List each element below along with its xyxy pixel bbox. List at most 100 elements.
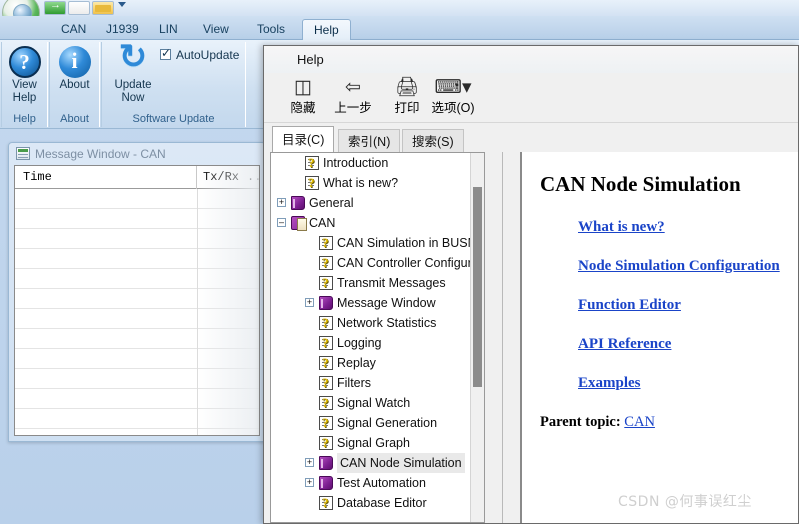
column-header-time[interactable]: Time xyxy=(23,170,52,184)
table-row[interactable] xyxy=(15,209,259,229)
tree-item-label: What is new? xyxy=(323,176,399,190)
tree-item-can-controller-configuration[interactable]: CAN Controller Configur xyxy=(271,253,470,273)
message-grid-header: Time Tx/Rx ... xyxy=(15,166,259,189)
options-button[interactable]: ⌨▾ 选项(O) xyxy=(422,75,484,121)
tree-item-replay[interactable]: Replay xyxy=(271,353,470,373)
ribbon-tab-can[interactable]: CAN xyxy=(50,19,97,40)
table-row[interactable] xyxy=(15,249,259,269)
table-row[interactable] xyxy=(15,369,259,389)
topic-icon xyxy=(319,253,333,273)
ribbon-tab-view[interactable]: View xyxy=(192,19,240,40)
content-link-node-simulation-configuration[interactable]: Node Simulation Configuration xyxy=(578,258,780,275)
topic-icon xyxy=(305,173,319,193)
content-link-function-editor[interactable]: Function Editor xyxy=(578,297,780,314)
tree-item-label: CAN Simulation in BUSM xyxy=(337,236,470,250)
tree-item-what-is-new[interactable]: What is new? xyxy=(271,173,470,193)
topic-icon xyxy=(319,333,333,353)
expander-minus-icon[interactable]: – xyxy=(277,218,286,227)
chevron-down-icon[interactable] xyxy=(118,2,126,7)
tree-item-signal-watch[interactable]: Signal Watch xyxy=(271,393,470,413)
tree-item-label: Message Window xyxy=(337,296,436,310)
autoupdate-checkbox[interactable]: AutoUpdate xyxy=(160,46,239,62)
message-grid[interactable]: Time Tx/Rx ... xyxy=(14,165,260,436)
column-header-txrx[interactable]: Tx/Rx xyxy=(203,170,239,184)
table-row[interactable] xyxy=(15,349,259,369)
tree-item-signal-generation[interactable]: Signal Generation xyxy=(271,413,470,433)
tree-item-general[interactable]: + General xyxy=(271,193,470,213)
tree-scrollbar[interactable] xyxy=(470,153,484,522)
new-document-icon[interactable] xyxy=(68,1,90,15)
tree-item-label: Signal Generation xyxy=(337,416,438,430)
tree-item-label: Transmit Messages xyxy=(337,276,446,290)
connect-icon[interactable] xyxy=(44,0,66,15)
table-row[interactable] xyxy=(15,429,259,435)
ribbon-tab-help[interactable]: Help xyxy=(302,19,351,40)
tree-item-filters[interactable]: Filters xyxy=(271,373,470,393)
message-grid-body[interactable] xyxy=(15,189,259,435)
update-now-button[interactable]: Update Now xyxy=(102,40,164,105)
tree-item-label: General xyxy=(309,196,354,210)
watermark: CSDN @何事误红尘 xyxy=(618,494,752,510)
tree-item-signal-graph[interactable]: Signal Graph xyxy=(271,433,470,453)
tree-item-label: Filters xyxy=(337,376,372,390)
help-window[interactable]: Help ◫ 隐藏 ⇦ 上一步 🖨 打印 ⌨▾ 选项(O) 目录(C) 索引(N… xyxy=(263,45,799,524)
tree-item-can[interactable]: – CAN xyxy=(271,213,470,233)
help-content-pane: CAN Node Simulation What is new? Node Si… xyxy=(520,152,798,523)
about-button[interactable]: About xyxy=(50,44,99,92)
expander-plus-icon[interactable]: + xyxy=(277,198,286,207)
table-row[interactable] xyxy=(15,409,259,429)
message-window[interactable]: Message Window - CAN Time Tx/Rx ... xyxy=(8,142,266,442)
tree-item-label: Logging xyxy=(337,336,382,350)
topic-icon xyxy=(319,413,333,433)
table-row[interactable] xyxy=(15,189,259,209)
pane-splitter[interactable] xyxy=(487,152,518,523)
tree-scrollbar-thumb[interactable] xyxy=(473,187,482,387)
open-folder-icon[interactable] xyxy=(92,1,114,15)
tree-item-logging[interactable]: Logging xyxy=(271,333,470,353)
table-row[interactable] xyxy=(15,289,259,309)
expander-plus-icon[interactable]: + xyxy=(305,458,314,467)
back-button[interactable]: ⇦ 上一步 xyxy=(322,75,384,121)
column-divider[interactable] xyxy=(196,166,197,189)
tree-item-database-editor[interactable]: Database Editor xyxy=(271,493,470,513)
expander-plus-icon[interactable]: + xyxy=(305,298,314,307)
quick-access-toolbar xyxy=(0,0,799,32)
tab-contents[interactable]: 目录(C) xyxy=(272,126,335,153)
table-row[interactable] xyxy=(15,329,259,349)
view-help-label-line2: Help xyxy=(12,92,37,104)
tree-item-transmit-messages[interactable]: Transmit Messages xyxy=(271,273,470,293)
ribbon-tab-j1939[interactable]: J1939 xyxy=(95,19,150,40)
content-link-examples[interactable]: Examples xyxy=(578,375,780,392)
parent-topic-link[interactable]: CAN xyxy=(624,414,655,430)
tree-item-label: Test Automation xyxy=(337,476,426,490)
tree-item-network-statistics[interactable]: Network Statistics xyxy=(271,313,470,333)
table-row[interactable] xyxy=(15,389,259,409)
table-row[interactable] xyxy=(15,269,259,289)
message-window-title: Message Window - CAN xyxy=(35,147,166,161)
expander-plus-icon[interactable]: + xyxy=(305,478,314,487)
table-row[interactable] xyxy=(15,309,259,329)
tab-search[interactable]: 搜索(S) xyxy=(402,129,464,153)
tree-item-label: Signal Watch xyxy=(337,396,411,410)
topic-icon xyxy=(305,153,319,173)
tree-item-introduction[interactable]: Introduction xyxy=(271,153,470,173)
tree-item-test-automation[interactable]: + Test Automation xyxy=(271,473,470,493)
help-navigation-pane[interactable]: Introduction What is new? + General – CA… xyxy=(270,152,485,523)
view-help-label-line1: View xyxy=(12,79,37,91)
tree-item-label: Replay xyxy=(337,356,376,370)
tree-item-can-simulation-in-busmaster[interactable]: CAN Simulation in BUSM xyxy=(271,233,470,253)
view-help-button[interactable]: View Help xyxy=(2,44,47,105)
tab-index[interactable]: 索引(N) xyxy=(338,129,401,153)
help-contents-tree[interactable]: Introduction What is new? + General – CA… xyxy=(271,153,470,522)
column-header-more[interactable]: ... xyxy=(247,170,259,184)
table-row[interactable] xyxy=(15,229,259,249)
tree-item-message-window[interactable]: + Message Window xyxy=(271,293,470,313)
ribbon-tab-tools[interactable]: Tools xyxy=(246,19,296,40)
content-link-what-is-new[interactable]: What is new? xyxy=(578,219,780,236)
ribbon-tab-lin[interactable]: LIN xyxy=(148,19,189,40)
ribbon-group-help: View Help Help xyxy=(1,42,48,127)
tree-item-label: Network Statistics xyxy=(337,316,437,330)
content-link-api-reference[interactable]: API Reference xyxy=(578,336,780,353)
topic-icon xyxy=(319,493,333,513)
tree-item-can-node-simulation[interactable]: + CAN Node Simulation xyxy=(271,453,470,473)
